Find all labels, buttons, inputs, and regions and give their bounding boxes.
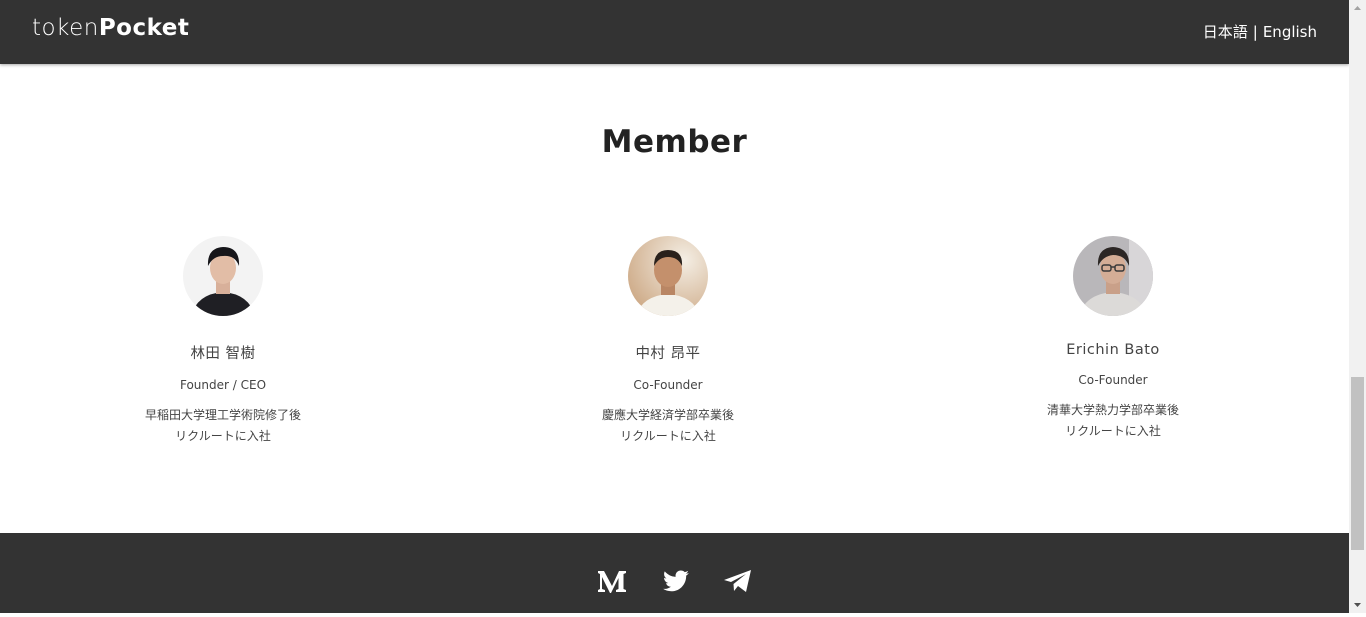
- member-bio-line: 慶應大学経済学部卒業後: [601, 408, 734, 422]
- scrollbar-thumb[interactable]: [1351, 377, 1364, 550]
- member-card: 林田 智樹 Founder / CEO 早稲田大学理工学術院修了後 リクルートに…: [73, 236, 373, 447]
- scroll-down-arrow-icon[interactable]: [1349, 596, 1366, 613]
- lang-english-link[interactable]: English: [1263, 23, 1317, 41]
- avatar: [183, 236, 263, 316]
- lang-separator: |: [1252, 23, 1258, 41]
- member-name: Erichin Bato: [1066, 342, 1160, 358]
- member-bio: 早稲田大学理工学術院修了後 リクルートに入社: [73, 405, 373, 447]
- medium-icon[interactable]: [596, 567, 628, 595]
- avatar: [1073, 236, 1153, 316]
- member-bio-line: リクルートに入社: [175, 429, 271, 443]
- logo[interactable]: tokenPocket: [32, 15, 189, 41]
- member-name: 林田 智樹: [190, 346, 256, 362]
- scroll-up-arrow-icon[interactable]: [1349, 0, 1366, 17]
- lang-japanese-link[interactable]: 日本語: [1203, 23, 1248, 41]
- header: tokenPocket 日本語 | English: [0, 0, 1349, 64]
- telegram-icon[interactable]: [722, 567, 754, 595]
- member-bio: 清華大学熱力学部卒業後 リクルートに入社: [963, 400, 1263, 442]
- section-title: Member: [601, 124, 748, 160]
- avatar: [628, 236, 708, 316]
- scrollbar[interactable]: [1349, 0, 1366, 613]
- member-bio-line: 早稲田大学理工学術院修了後: [144, 408, 301, 422]
- twitter-icon[interactable]: [660, 567, 692, 595]
- language-switcher: 日本語 | English: [1203, 21, 1317, 42]
- member-card: Erichin Bato Co-Founder 清華大学熱力学部卒業後 リクルー…: [963, 236, 1263, 442]
- member-role: Co-Founder: [633, 378, 703, 392]
- member-card: 中村 昂平 Co-Founder 慶應大学経済学部卒業後 リクルートに入社: [518, 236, 818, 447]
- logo-text-bold: Pocket: [98, 15, 190, 41]
- member-role: Co-Founder: [1078, 373, 1148, 387]
- logo-text-light: token: [32, 15, 99, 41]
- page: tokenPocket 日本語 | English Member 林田 智樹 Fou…: [0, 0, 1349, 613]
- member-name: 中村 昂平: [635, 346, 701, 362]
- member-bio-line: 清華大学熱力学部卒業後: [1046, 403, 1179, 417]
- member-bio-line: リクルートに入社: [620, 429, 716, 443]
- member-bio: 慶應大学経済学部卒業後 リクルートに入社: [518, 405, 818, 447]
- member-role: Founder / CEO: [179, 378, 267, 392]
- member-bio-line: リクルートに入社: [1065, 424, 1161, 438]
- footer: [0, 533, 1349, 613]
